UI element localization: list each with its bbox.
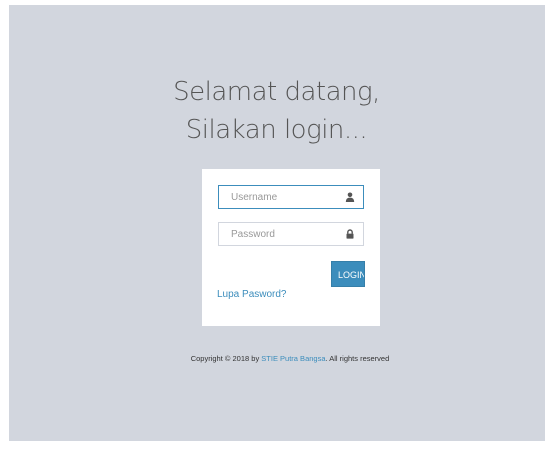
forgot-password-link[interactable]: Lupa Pasword? bbox=[217, 289, 287, 300]
username-field bbox=[218, 185, 364, 209]
user-icon bbox=[345, 192, 355, 202]
brand-link[interactable]: STIE Putra Bangsa bbox=[261, 354, 325, 363]
copyright-prefix: Copyright © 2018 by bbox=[190, 354, 262, 363]
copyright-suffix: . All rights reserved bbox=[325, 354, 390, 363]
login-button[interactable]: LOGIN bbox=[331, 261, 365, 287]
username-input[interactable] bbox=[219, 186, 351, 208]
password-field bbox=[218, 222, 364, 246]
welcome-subheading: Silakan login... bbox=[185, 115, 368, 145]
welcome-heading: Selamat datang, bbox=[173, 77, 380, 107]
copyright-footer: Copyright © 2018 by STIE Putra Bangsa. A… bbox=[190, 351, 390, 367]
password-input[interactable] bbox=[219, 223, 351, 245]
lock-icon bbox=[346, 229, 354, 239]
login-box: LOGIN Lupa Pasword? bbox=[202, 169, 380, 326]
